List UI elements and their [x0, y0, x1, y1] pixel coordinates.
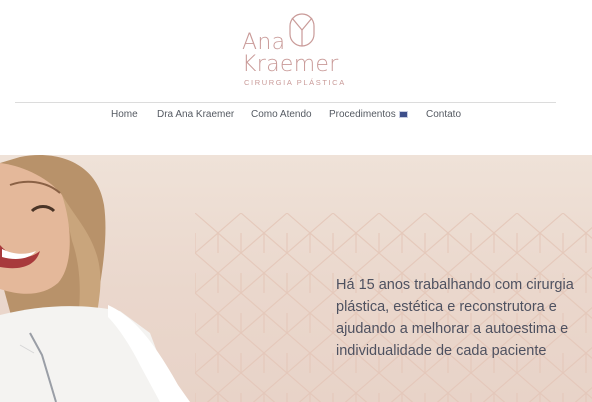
hero-tagline-line: Há 15 anos trabalhando com cirurgia	[336, 277, 574, 293]
nav-item-procedimentos-label: Procedimentos	[329, 109, 396, 120]
flag-icon[interactable]	[398, 111, 408, 118]
logo[interactable]: Ana Kraemer CIRURGIA PLÁSTICA	[242, 10, 344, 90]
header-divider	[15, 102, 556, 103]
logo-name: Ana Kraemer	[242, 32, 339, 76]
hero-tagline: Há 15 anos trabalhando com cirurgia plás…	[336, 274, 586, 362]
nav-item-contato[interactable]: Contato	[426, 109, 461, 120]
nav-item-procedimentos[interactable]: Procedimentos	[329, 109, 408, 120]
hero-tagline-line: plástica, estética e reconstrutora e	[336, 299, 557, 315]
nav-item-dra-ana-kraemer[interactable]: Dra Ana Kraemer	[157, 109, 234, 120]
logo-name-first: Ana	[242, 30, 286, 55]
hero-banner: Há 15 anos trabalhando com cirurgia plás…	[0, 155, 592, 402]
hero-tagline-line: individualidade de cada paciente	[336, 343, 547, 359]
nav-item-home[interactable]: Home	[111, 109, 138, 120]
logo-name-last: Kraemer	[242, 52, 339, 77]
nav-item-como-atendo[interactable]: Como Atendo	[251, 109, 312, 120]
site-header: Ana Kraemer CIRURGIA PLÁSTICA	[0, 0, 592, 103]
main-nav: Home Dra Ana Kraemer Como Atendo Procedi…	[0, 109, 592, 125]
logo-subtitle: CIRURGIA PLÁSTICA	[244, 78, 346, 87]
doctor-photo	[0, 155, 190, 402]
hero-tagline-line: ajudando a melhorar a autoestima e	[336, 321, 569, 337]
